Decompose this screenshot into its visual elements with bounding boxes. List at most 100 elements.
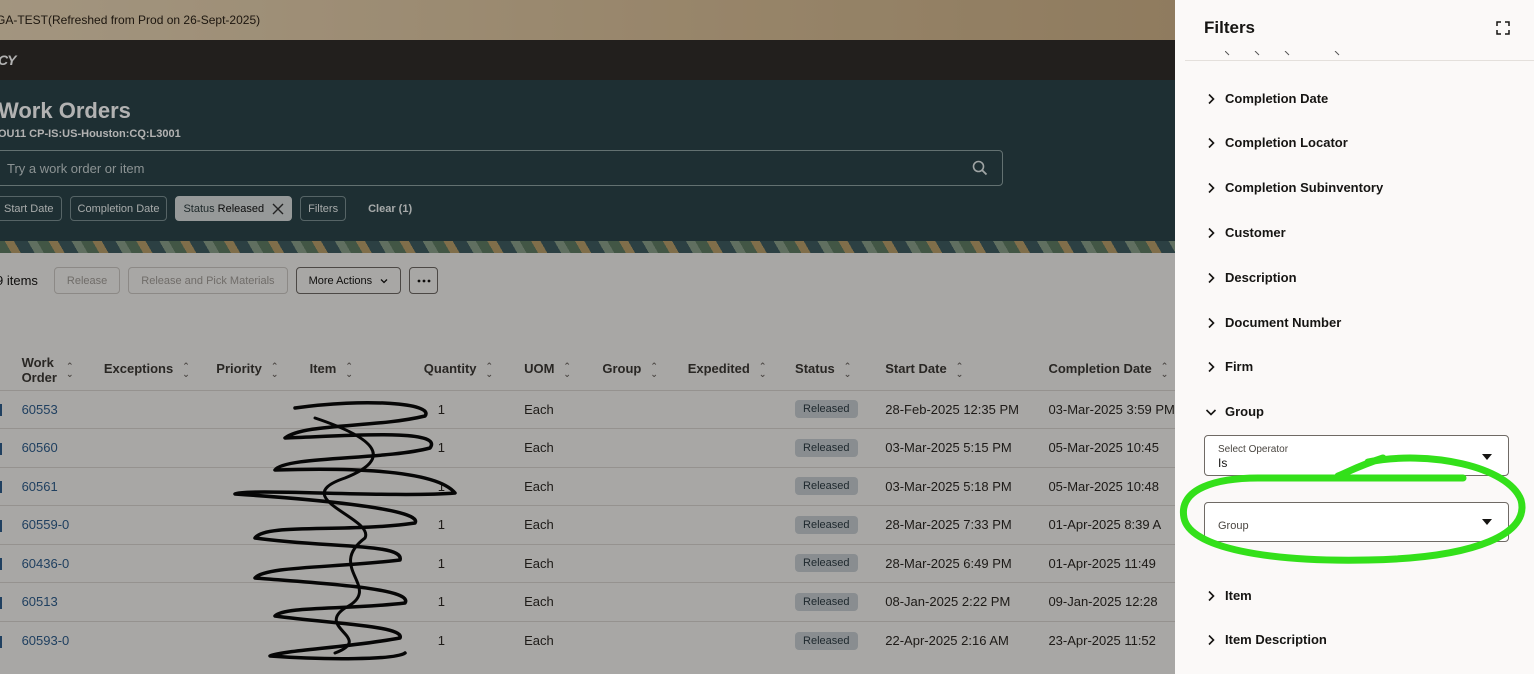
sort-icon[interactable]: ⌃ ⌄ — [271, 362, 279, 379]
chip-completion-date[interactable]: Completion Date — [69, 196, 168, 221]
cell-exceptions — [103, 428, 217, 467]
search-input[interactable]: Try a work order or item — [0, 150, 1003, 186]
column-group[interactable]: Group ⌃ ⌄ — [602, 350, 687, 390]
release-pick-button[interactable]: Release and Pick Materials — [128, 267, 288, 294]
cell-status: Released — [795, 620, 886, 660]
cell-status: Released — [795, 543, 886, 583]
sort-icon[interactable]: ⌃ ⌄ — [956, 362, 964, 379]
work-order-link[interactable]: 60513 — [22, 594, 58, 609]
cell-work-order: 60513 — [21, 582, 104, 621]
sort-icon[interactable]: ⌃ ⌄ — [486, 362, 494, 379]
row-marker — [0, 481, 2, 494]
cell-status: Released — [795, 389, 886, 429]
sort-icon[interactable]: ⌃ ⌄ — [66, 361, 74, 378]
cell-completion-date: 01-Apr-2025 11:49 — [1048, 543, 1175, 583]
cell-work-order: 60561 — [21, 466, 104, 506]
chevron-down-icon — [1205, 408, 1217, 416]
status-badge: Released — [795, 438, 858, 457]
cell-group — [602, 543, 688, 583]
table-row[interactable]: 60561 1 Each Released 03-Mar-2025 5:18 PM 05-… — [0, 466, 1175, 506]
work-order-link[interactable]: 60593-0 — [22, 633, 70, 648]
row-marker-cell — [0, 582, 22, 621]
operator-select[interactable]: Select Operator Is — [1204, 435, 1509, 476]
cell-uom: Each — [524, 582, 603, 621]
sort-icon[interactable]: ⌃ ⌄ — [1161, 362, 1169, 379]
column-completion-date[interactable]: Completion Date ⌃ ⌄ — [1048, 350, 1175, 390]
row-marker — [0, 404, 2, 417]
cell-group — [602, 582, 688, 621]
search-icon[interactable] — [972, 160, 988, 176]
chip-filters[interactable]: Filters — [300, 196, 347, 221]
row-marker — [0, 519, 2, 532]
column-quantity[interactable]: Quantity ⌃ ⌄ — [424, 350, 524, 390]
table-row[interactable]: 60560 1 Each Released 03-Mar-2025 5:15 PM 05-… — [0, 428, 1175, 467]
scrolled-item-remnant — [1225, 50, 1345, 58]
operator-value: Is — [1218, 456, 1228, 470]
column-start-date[interactable]: Start Date ⌃ ⌄ — [885, 350, 1048, 390]
sort-icon[interactable]: ⌃ ⌄ — [563, 362, 571, 379]
page-header: Work Orders OU11 CP-IS:US-Houston:CQ:L30… — [0, 80, 1175, 253]
brand-logo[interactable]: CY — [0, 52, 16, 68]
cell-completion-date: 05-Mar-2025 10:45 — [1048, 428, 1175, 467]
work-order-link[interactable]: 60561 — [22, 479, 58, 494]
table-row[interactable]: 60593-0 1 Each Released 22-Apr-2025 2:16 AM 2… — [0, 620, 1175, 660]
close-icon[interactable] — [272, 203, 284, 215]
release-button[interactable]: Release — [53, 267, 121, 294]
chip-label: Completion Date — [77, 202, 160, 215]
filter-completion-locator[interactable]: Completion Locator — [1205, 135, 1348, 150]
column-exceptions[interactable]: Exceptions ⌃ ⌄ — [104, 350, 216, 390]
sort-icon[interactable]: ⌃ ⌄ — [650, 362, 658, 379]
cell-exceptions — [103, 582, 217, 621]
operator-label: Select Operator — [1218, 444, 1289, 455]
group-select[interactable]: Group — [1204, 502, 1509, 542]
filter-firm[interactable]: Firm — [1205, 359, 1253, 374]
column-item[interactable]: Item ⌃ ⌄ — [310, 350, 424, 390]
filter-completion-subinventory[interactable]: Completion Subinventory — [1205, 180, 1383, 195]
column-status[interactable]: Status ⌃ ⌄ — [795, 350, 885, 390]
column-expedited[interactable]: Expedited ⌃ ⌄ — [688, 350, 795, 390]
sort-icon[interactable]: ⌃ ⌄ — [759, 362, 767, 379]
filter-item[interactable]: Item — [1205, 588, 1252, 603]
chevron-right-icon — [1208, 93, 1215, 104]
filter-group[interactable]: Group — [1205, 404, 1264, 419]
work-order-link[interactable]: 60553 — [22, 402, 58, 417]
chip-start-date[interactable]: Start Date — [0, 196, 62, 221]
chevron-right-icon — [1208, 272, 1215, 283]
cell-expedited — [687, 543, 796, 583]
sort-icon[interactable]: ⌃ ⌄ — [844, 362, 852, 379]
cell-start-date: 28-Mar-2025 6:49 PM — [885, 543, 1049, 583]
items-count: 9 items — [0, 273, 38, 288]
filter-label: Completion Locator — [1225, 135, 1348, 150]
cell-completion-date: 01-Apr-2025 8:39 A — [1048, 505, 1175, 544]
work-order-link[interactable]: 60559-0 — [22, 517, 70, 532]
filters-drawer: Filters Completion Date Completion Locat… — [1175, 0, 1534, 674]
filter-item-description[interactable]: Item Description — [1205, 632, 1327, 647]
filter-document-number[interactable]: Document Number — [1205, 315, 1341, 330]
status-badge: Released — [795, 400, 858, 419]
filter-completion-date[interactable]: Completion Date — [1205, 91, 1328, 106]
cell-start-date: 22-Apr-2025 2:16 AM — [885, 620, 1049, 660]
table-row[interactable]: 60436-0 1 Each Released 28-Mar-2025 6:49 PM 0… — [0, 543, 1175, 583]
work-order-link[interactable]: 60436-0 — [22, 556, 70, 571]
sort-icon[interactable]: ⌃ ⌄ — [345, 362, 353, 379]
chip-status[interactable]: Status Released — [175, 196, 293, 221]
status-badge: Released — [795, 477, 858, 496]
work-order-link[interactable]: 60560 — [22, 440, 58, 455]
column-work-order[interactable]: Work Order ⌃ ⌄ — [22, 350, 104, 390]
sort-icon[interactable]: ⌃ ⌄ — [182, 362, 190, 379]
overflow-menu-button[interactable] — [409, 267, 439, 294]
filter-description[interactable]: Description — [1205, 270, 1297, 285]
column-uom[interactable]: UOM ⌃ ⌄ — [524, 350, 602, 390]
table-row[interactable]: 60513 1 Each Released 08-Jan-2025 2:22 PM 09-… — [0, 582, 1175, 621]
expand-icon[interactable] — [1496, 21, 1510, 35]
filter-customer[interactable]: Customer — [1205, 225, 1286, 240]
cell-expedited — [687, 582, 796, 621]
column-priority[interactable]: Priority ⌃ ⌄ — [216, 350, 309, 390]
more-actions-button[interactable]: More Actions — [295, 267, 402, 294]
filter-label: Description — [1225, 270, 1297, 285]
clear-filters-link[interactable]: Clear (1) — [368, 203, 412, 215]
row-marker — [0, 558, 2, 571]
table-row[interactable]: 60553 1 Each Released 28-Feb-2025 12:35 PM 03… — [0, 389, 1175, 429]
table-row[interactable]: 60559-0 1 Each Released 28-Mar-2025 7:33 PM 0… — [0, 505, 1175, 544]
drawer-title: Filters — [1204, 18, 1256, 37]
